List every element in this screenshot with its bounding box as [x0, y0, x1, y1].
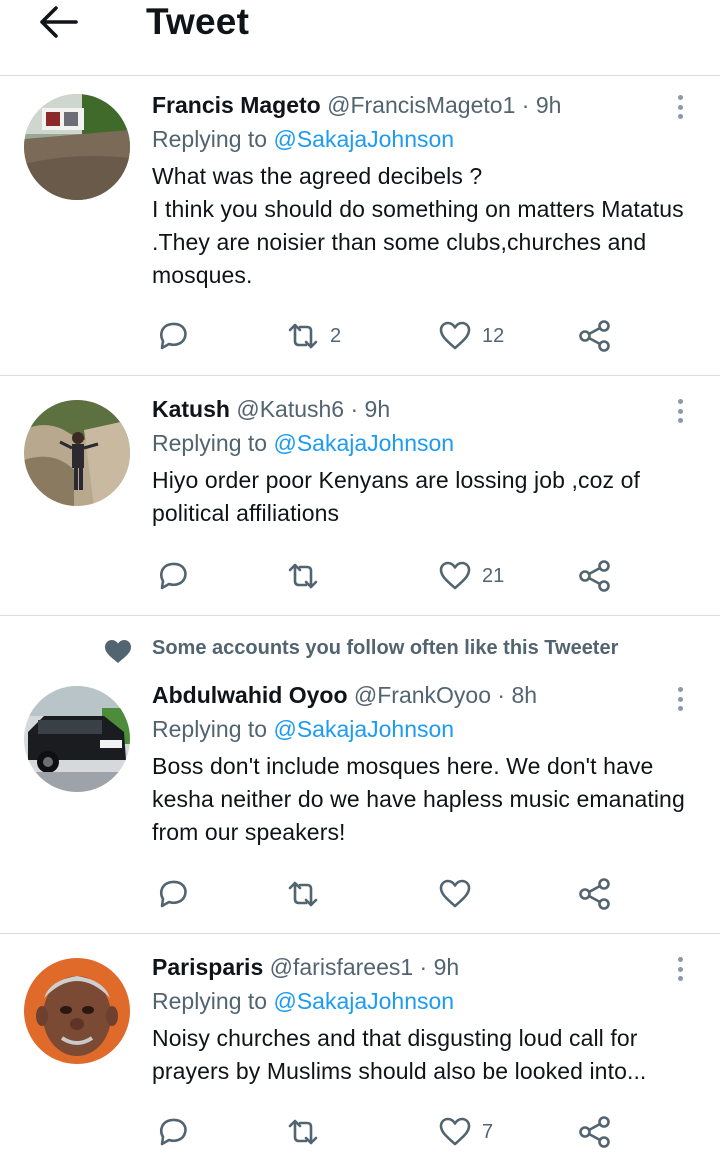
author-name[interactable]: Parisparis — [152, 954, 263, 980]
heart-filled-icon — [105, 640, 131, 663]
like-count: 21 — [482, 564, 505, 587]
author-handle[interactable]: @farisfarees1 — [270, 954, 414, 980]
author-name[interactable]: Katush — [152, 396, 230, 422]
share-button[interactable] — [578, 1114, 612, 1150]
replying-to-handle[interactable]: @SakajaJohnson — [273, 716, 454, 742]
replying-to-handle[interactable]: @SakajaJohnson — [273, 430, 454, 456]
page-title: Tweet — [146, 1, 250, 42]
retweet-count: 2 — [330, 324, 342, 347]
tweet-text: What was the agreed decibels ? I think y… — [152, 163, 684, 288]
replying-to-label: Replying to — [152, 988, 274, 1014]
social-context-text: Some accounts you follow often like this… — [152, 637, 619, 659]
avatar[interactable] — [24, 400, 130, 506]
reply-icon — [160, 322, 187, 350]
avatar[interactable] — [24, 686, 130, 792]
reply-icon — [160, 880, 187, 908]
back-button[interactable] — [36, 4, 80, 40]
share-icon — [579, 1116, 610, 1148]
heart-icon — [439, 561, 471, 590]
social-context: Some accounts you follow often like this… — [0, 634, 720, 663]
author-handle[interactable]: @FrancisMageto1 — [327, 92, 515, 118]
retweet-button[interactable] — [286, 558, 330, 594]
replying-to-label: Replying to — [152, 126, 274, 152]
retweet-button[interactable]: 2 — [286, 318, 341, 354]
tweet[interactable]: Some accounts you follow often like this… — [0, 616, 720, 934]
author-handle[interactable]: @Katush6 — [236, 396, 344, 422]
retweet-icon — [288, 563, 318, 589]
like-button[interactable]: 12 — [438, 318, 504, 354]
reply-icon — [160, 562, 187, 590]
retweet-button[interactable] — [286, 1114, 330, 1150]
retweet-icon — [288, 881, 318, 907]
author-name[interactable]: Francis Mageto — [152, 92, 321, 118]
heart-icon — [439, 321, 471, 350]
replying-to-handle[interactable]: @SakajaJohnson — [273, 988, 454, 1014]
reply-button[interactable] — [156, 876, 190, 912]
like-button[interactable]: 7 — [438, 1114, 493, 1150]
author-name[interactable]: Abdulwahid Oyoo — [152, 682, 348, 708]
replying-to-label: Replying to — [152, 430, 274, 456]
reply-icon — [160, 1118, 187, 1146]
share-button[interactable] — [578, 318, 612, 354]
share-icon — [579, 878, 610, 910]
retweet-icon — [288, 1119, 318, 1145]
timestamp: · 9h — [413, 954, 460, 980]
share-button[interactable] — [578, 558, 612, 594]
like-count: 7 — [482, 1120, 494, 1143]
tweet-text: Hiyo order poor Kenyans are lossing job … — [152, 467, 640, 526]
retweet-button[interactable] — [286, 876, 330, 912]
timestamp: · 9h — [344, 396, 391, 422]
share-icon — [579, 560, 610, 592]
tweet-text: Noisy churches and that disgusting loud … — [152, 1025, 647, 1084]
retweet-icon — [288, 323, 318, 349]
share-icon — [579, 320, 610, 352]
author-handle[interactable]: @FrankOyoo — [354, 682, 491, 708]
tweet-text: Boss don't include mosques here. We don'… — [152, 753, 685, 845]
like-button[interactable]: 21 — [438, 558, 504, 594]
heart-icon — [439, 879, 471, 908]
top-app-bar: Tweet — [0, 0, 720, 76]
avatar[interactable] — [24, 958, 130, 1064]
like-button[interactable] — [438, 876, 482, 912]
arrow-left-icon — [40, 6, 78, 38]
tweet[interactable]: Francis Mageto @FrancisMageto1 · 9h Repl… — [0, 76, 720, 376]
tweet[interactable]: Parisparis @farisfarees1 · 9h Replying t… — [0, 934, 720, 1166]
avatar[interactable] — [24, 94, 130, 200]
reply-button[interactable] — [156, 318, 190, 354]
replying-to-handle[interactable]: @SakajaJohnson — [273, 126, 454, 152]
timestamp: · 9h — [515, 92, 562, 118]
reply-button[interactable] — [156, 558, 190, 594]
timestamp: · 8h — [491, 682, 538, 708]
like-count: 12 — [482, 324, 505, 347]
tweet[interactable]: Katush @Katush6 · 9h Replying to @Sakaja… — [0, 376, 720, 616]
share-button[interactable] — [578, 876, 612, 912]
replying-to-label: Replying to — [152, 716, 274, 742]
heart-icon — [439, 1117, 471, 1146]
reply-button[interactable] — [156, 1114, 190, 1150]
